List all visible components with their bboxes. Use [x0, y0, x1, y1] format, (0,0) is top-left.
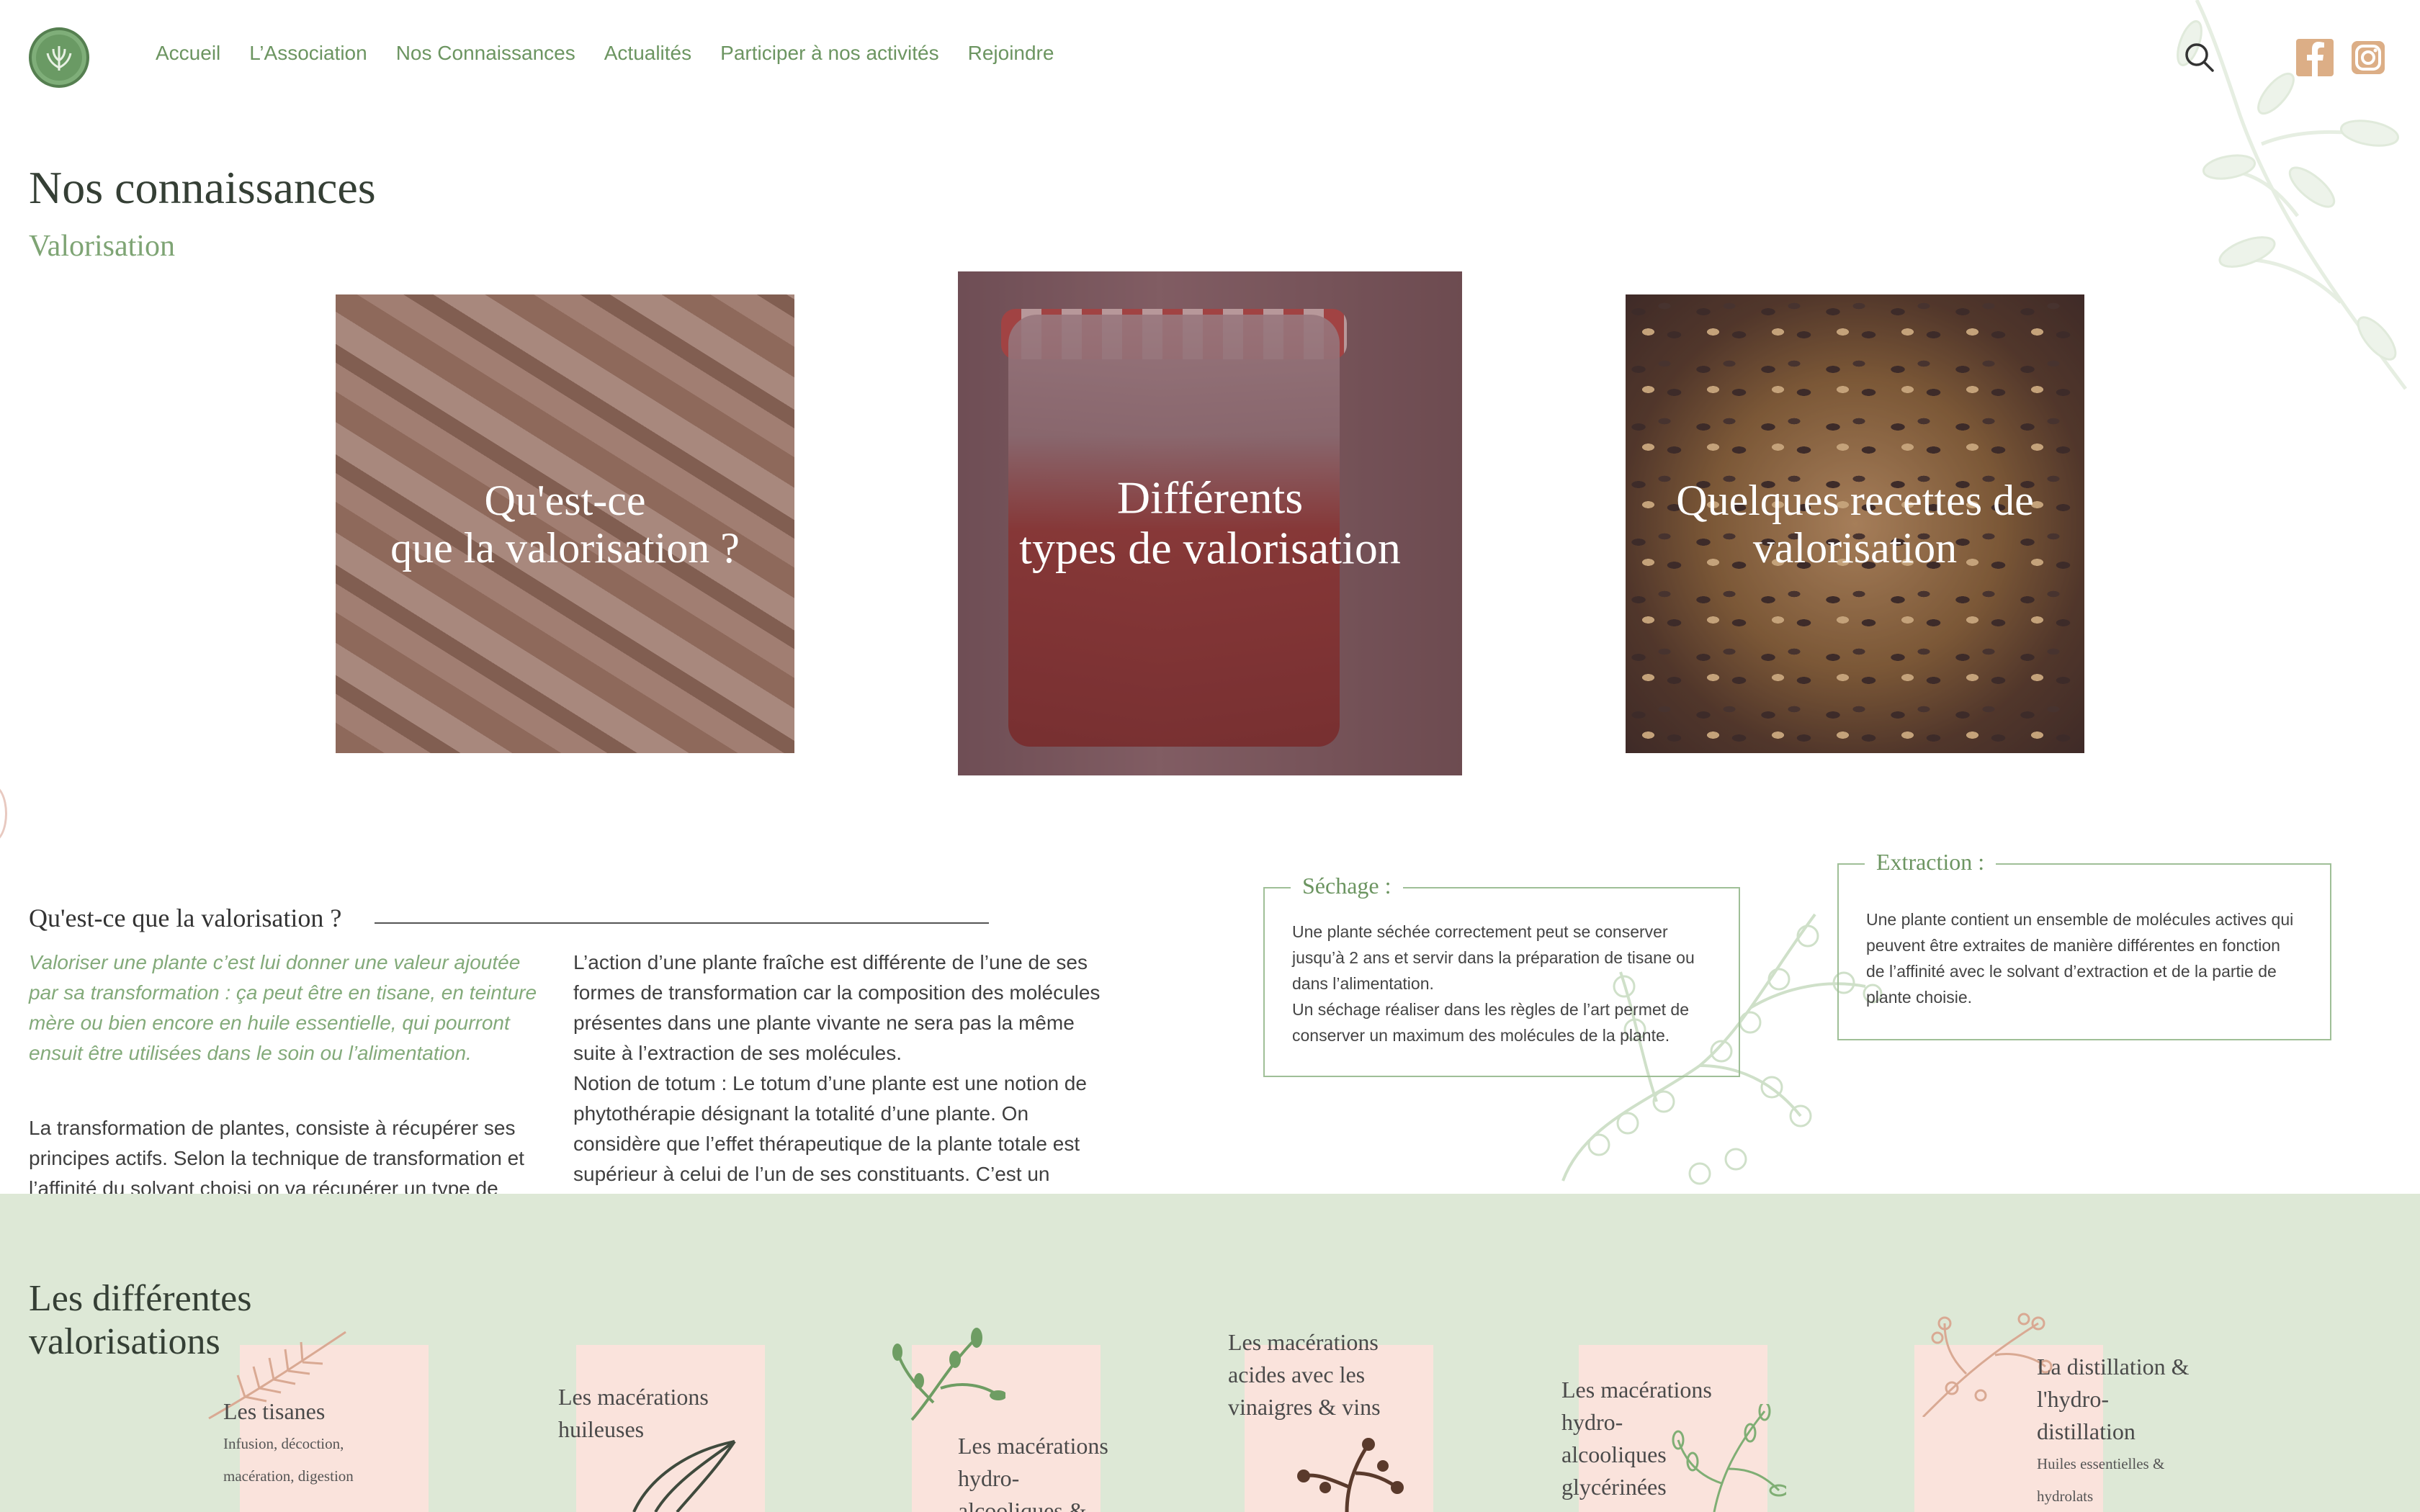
valorisation-sub: macération, digestion [223, 1467, 354, 1485]
nav-accueil[interactable]: Accueil [156, 42, 220, 65]
page-subtitle: Valorisation [29, 230, 175, 263]
flower-branch-icon [1922, 1313, 2053, 1417]
valorisation-sub: Huiles essentielles & [2037, 1455, 2165, 1472]
berry-branch-icon [1297, 1438, 1404, 1512]
valorisation-text: Les tisanes Infusion, décoction, macérat… [223, 1395, 354, 1493]
box-text: Un séchage réaliser dans les règles de l… [1292, 1000, 1690, 1045]
valorisation-title: alcooliques & [958, 1498, 1087, 1512]
section-divider [375, 922, 989, 924]
box-label: Séchage : [1291, 873, 1403, 899]
title-line: Les différentes [29, 1278, 252, 1319]
nav-actualites[interactable]: Actualités [604, 42, 691, 65]
valorisation-sub: hydrolats [2037, 1488, 2094, 1505]
intro-italic: Valoriser une plante c’est lui donner un… [29, 951, 537, 1064]
valorisation-title: glycérinées [1561, 1474, 1667, 1500]
card-title-line: types de valorisation [1019, 523, 1401, 574]
valorisation-title: La distillation & [2037, 1354, 2190, 1380]
valorisation-title: Les macérations [558, 1384, 709, 1410]
card-title-line: Qu'est-ce [484, 476, 646, 524]
card-title-line: que la valorisation ? [390, 523, 740, 572]
facebook-icon[interactable] [2296, 39, 2334, 76]
edge-decoration [0, 785, 7, 842]
valorisation-title: alcooliques [1561, 1441, 1667, 1467]
card-recettes[interactable]: Quelques recettes de valorisation [1626, 294, 2084, 753]
nav-connaissances[interactable]: Nos Connaissances [396, 42, 575, 65]
instagram-icon[interactable] [2349, 39, 2387, 76]
valorisation-title: distillation [2037, 1418, 2136, 1444]
main-nav: Accueil L’Association Nos Connaissances … [156, 42, 1054, 65]
col2-paragraph: L’action d’une plante fraîche est différ… [573, 951, 1101, 1064]
card-types-valorisation[interactable]: Différents types de valorisation [958, 271, 1462, 775]
card-title: Qu'est-ce que la valorisation ? [336, 477, 794, 572]
valorisation-title: Les macérations [1561, 1377, 1712, 1403]
valorisation-title: Les tisanes [223, 1398, 326, 1424]
page-title: Nos connaissances [29, 162, 376, 213]
valorisation-text: Les macérations huileuses [558, 1381, 709, 1446]
logo-icon[interactable] [29, 27, 89, 88]
valorisation-title: acides avec les [1228, 1362, 1366, 1387]
valorisation-title: hydro- [1561, 1409, 1623, 1435]
valorisation-title: Les macérations [1228, 1329, 1379, 1355]
valorisation-text: Les macérations hydro- alcooliques & [958, 1430, 1108, 1512]
herb-icon [892, 1328, 1005, 1421]
valorisation-title: Les macérations [958, 1433, 1108, 1459]
valorisation-title: l'hydro- [2037, 1386, 2109, 1412]
nav-association[interactable]: L’Association [249, 42, 367, 65]
card-title-line: Différents [1116, 472, 1304, 523]
box-extraction: Extraction : Une plante contient un ense… [1837, 849, 2331, 1040]
section-heading: Qu'est-ce que la valorisation ? [29, 904, 342, 932]
box-sechage: Séchage : Une plante séchée correctement… [1263, 873, 1740, 1077]
valorisation-text: Les macérations acides avec les vinaigre… [1228, 1326, 1381, 1423]
card-title-line: valorisation [1752, 523, 1958, 572]
valorisation-text: La distillation & l'hydro- distillation … [2037, 1351, 2190, 1512]
valorisation-sub: Infusion, décoction, [223, 1435, 344, 1452]
valorisation-text: Les macérations hydro- alcooliques glycé… [1561, 1374, 1712, 1503]
card-title: Différents types de valorisation [958, 472, 1462, 575]
valorisation-title: vinaigres & vins [1228, 1394, 1381, 1420]
box-label: Extraction : [1865, 849, 1996, 876]
page-root: Accueil L’Association Nos Connaissances … [0, 0, 2420, 1512]
card-what-is-valorisation[interactable]: Qu'est-ce que la valorisation ? [336, 294, 794, 753]
card-title: Quelques recettes de valorisation [1626, 477, 2084, 572]
valorisation-title: hydro- [958, 1465, 1020, 1491]
box-text: Une plante séchée correctement peut se c… [1292, 922, 1695, 993]
nav-rejoindre[interactable]: Rejoindre [968, 42, 1054, 65]
leaf-icon [632, 1440, 736, 1512]
nav-participer[interactable]: Participer à nos activités [720, 42, 938, 65]
search-icon[interactable] [2182, 40, 2215, 73]
intro-column-2: L’action d’une plante fraîche est différ… [573, 948, 1113, 1220]
box-text: Une plante contient un ensemble de moléc… [1866, 910, 2294, 1007]
card-title-line: Quelques recettes de [1676, 476, 2034, 524]
